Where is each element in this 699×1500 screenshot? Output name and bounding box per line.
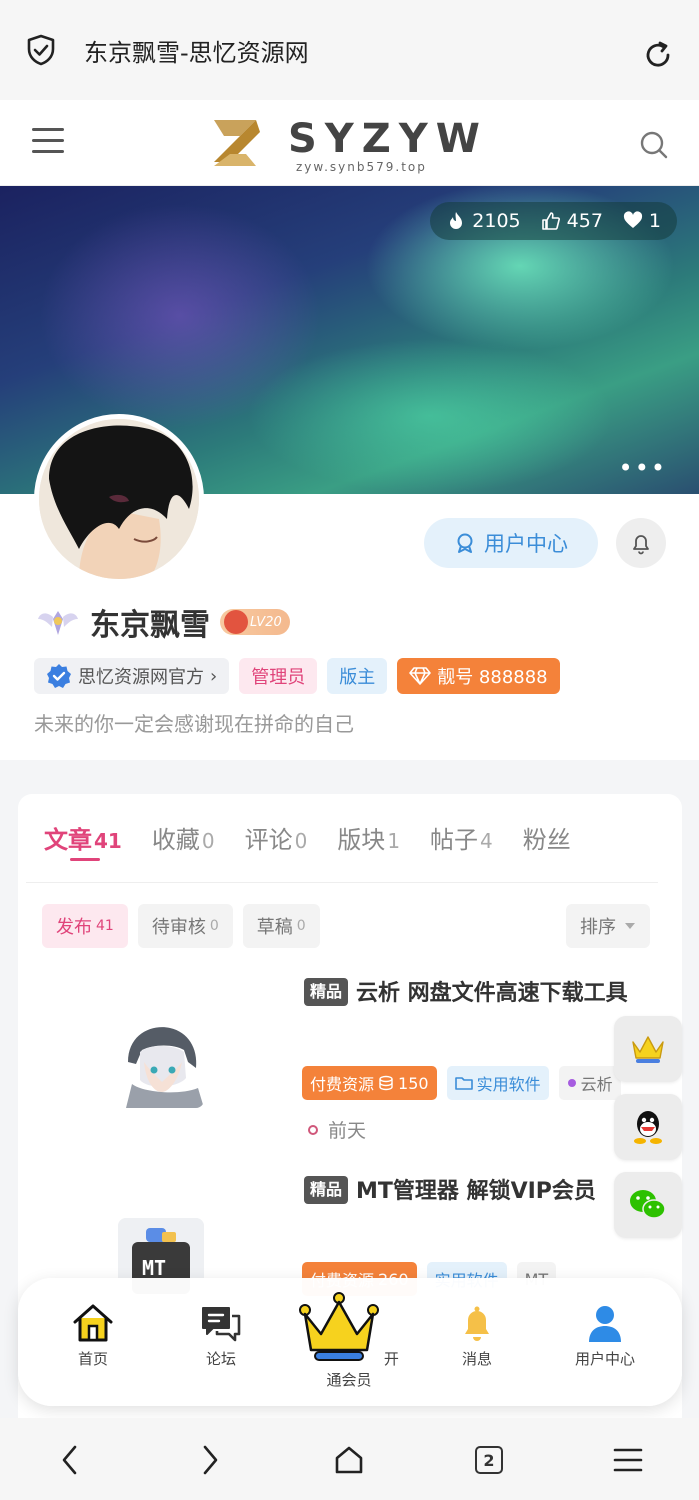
category-tag[interactable]: 实用软件	[446, 1066, 549, 1100]
profile-tabs: 文章 41 收藏 0 评论 0 版块 1 帖子 4 粉丝	[44, 820, 573, 861]
bell-icon	[633, 535, 649, 555]
thumbs-up-icon	[541, 212, 560, 230]
back-button[interactable]	[52, 1442, 88, 1478]
article-filter: 发布 41 待审核 0 草稿 0	[42, 904, 320, 948]
tab-comments[interactable]: 评论 0	[245, 820, 308, 855]
coins-icon	[379, 1075, 393, 1091]
featured-tag: 精品	[304, 978, 349, 1006]
badge-row: 思忆资源网官方 › 管理员 版主 靓号 888888	[34, 658, 560, 694]
stats-pill: 2105 457 1	[430, 202, 677, 240]
divider	[26, 882, 658, 883]
dot-icon	[567, 1079, 576, 1087]
nav-home[interactable]: 首页	[38, 1302, 148, 1369]
post-time: 前天	[308, 1116, 366, 1143]
vanity-number-badge: 靓号 888888	[397, 658, 560, 694]
avatar-image	[39, 419, 199, 579]
user-badge-icon	[457, 533, 473, 553]
mt-logo-text: MT	[142, 1256, 167, 1280]
browser-menu-button[interactable]	[610, 1442, 646, 1478]
tab-articles[interactable]: 文章 41	[44, 820, 122, 861]
vip-float-button[interactable]	[614, 1016, 682, 1082]
crown-icon	[299, 1292, 380, 1361]
favorite-count: 1	[648, 210, 661, 232]
avatar[interactable]	[34, 414, 204, 584]
site-header: SYZYW zyw.synb579.top	[0, 100, 699, 186]
wings-badge-icon	[38, 611, 78, 635]
logo-mark-icon	[214, 120, 260, 166]
subtab-drafts[interactable]: 草稿 0	[242, 904, 320, 948]
reload-icon[interactable]	[641, 38, 675, 72]
tab-posts[interactable]: 帖子 4	[430, 820, 493, 855]
bell-icon	[465, 1306, 489, 1341]
paid-resource-tag[interactable]: 付费资源 150	[302, 1066, 437, 1100]
folder-icon	[454, 1077, 473, 1090]
author-tag[interactable]: 云析	[558, 1066, 621, 1100]
post-tags: 付费资源 150 实用软件 云析	[302, 1066, 621, 1100]
user-center-label: 用户中心	[484, 532, 568, 556]
name-row: 东京飘雪 LV20	[36, 600, 290, 644]
crown-icon	[632, 1036, 664, 1063]
tab-boards[interactable]: 版块 1	[337, 820, 400, 855]
qq-float-button[interactable]	[614, 1094, 682, 1160]
bottom-nav: 首页 论坛 开通会员 消息 用户中心	[18, 1278, 682, 1406]
level-gem-icon	[224, 610, 248, 634]
time-dot-icon	[308, 1124, 318, 1135]
wechat-icon	[630, 1190, 666, 1219]
diamond-icon	[409, 667, 432, 685]
level-badge: LV20	[220, 609, 290, 635]
notification-button[interactable]	[616, 518, 666, 568]
nav-user-center[interactable]: 用户中心	[550, 1302, 660, 1369]
featured-tag: 精品	[304, 1176, 349, 1204]
post-title[interactable]: 精品 云析 网盘文件高速下载工具	[304, 976, 660, 1012]
post-thumbnail[interactable]	[118, 1022, 204, 1108]
home-icon	[73, 1304, 113, 1342]
tab-count: 2	[475, 1446, 503, 1474]
wechat-float-button[interactable]	[614, 1172, 682, 1238]
subtab-pending[interactable]: 待审核 0	[137, 904, 233, 948]
search-icon[interactable]	[639, 130, 669, 160]
qq-icon	[634, 1111, 662, 1144]
anime-girl-thumbnail	[118, 1022, 204, 1108]
shield-icon[interactable]	[24, 33, 58, 67]
user-center-button[interactable]: 用户中心	[424, 518, 598, 568]
chevron-right-icon	[203, 1445, 218, 1475]
site-logo[interactable]: SYZYW zyw.synb579.top	[200, 108, 500, 178]
heart-icon	[623, 211, 643, 228]
official-badge[interactable]: 思忆资源网官方 ›	[34, 658, 230, 694]
page-title[interactable]: 东京飘雪-思忆资源网	[84, 33, 309, 68]
logo-subtitle: zyw.synb579.top	[296, 160, 427, 174]
sort-button[interactable]: 排序	[566, 904, 650, 948]
user-bio: 未来的你一定会感谢现在拼命的自己	[34, 712, 354, 736]
more-icon[interactable]: •••	[619, 454, 667, 482]
like-count: 457	[566, 210, 603, 232]
nav-messages[interactable]: 消息	[422, 1302, 532, 1369]
logo-text: SYZYW	[288, 116, 488, 162]
tabs-button[interactable]: 2	[471, 1442, 507, 1478]
caret-down-icon	[625, 923, 635, 929]
fire-icon	[450, 212, 463, 229]
post-title[interactable]: 精品 MT管理器 解锁VIP会员	[304, 1174, 660, 1210]
chevron-left-icon	[62, 1445, 77, 1475]
nav-forum[interactable]: 论坛	[166, 1302, 276, 1369]
home-icon	[335, 1446, 363, 1474]
hot-count: 2105	[472, 210, 521, 232]
nav-vip[interactable]: 开通会员	[294, 1292, 404, 1390]
admin-badge: 管理员	[239, 658, 318, 694]
chat-bubbles-icon	[202, 1307, 241, 1342]
username: 东京飘雪	[90, 608, 210, 643]
user-icon	[589, 1306, 621, 1342]
profile-section: 用户中心 东京飘雪 LV20 思忆资源网官方 › 管理员 版主 靓号 88888…	[0, 414, 699, 760]
browser-bottom-bar: 2	[0, 1418, 699, 1500]
forward-button[interactable]	[192, 1442, 228, 1478]
browser-toolbar: 东京飘雪-思忆资源网	[0, 0, 699, 100]
verified-icon	[47, 664, 71, 688]
subtab-published[interactable]: 发布 41	[42, 904, 128, 948]
moderator-badge: 版主	[327, 658, 388, 694]
tab-favorites[interactable]: 收藏 0	[152, 820, 215, 855]
tab-fans[interactable]: 粉丝	[523, 820, 573, 855]
home-button[interactable]	[331, 1442, 367, 1478]
menu-icon[interactable]	[32, 128, 64, 156]
menu-icon	[613, 1448, 643, 1472]
